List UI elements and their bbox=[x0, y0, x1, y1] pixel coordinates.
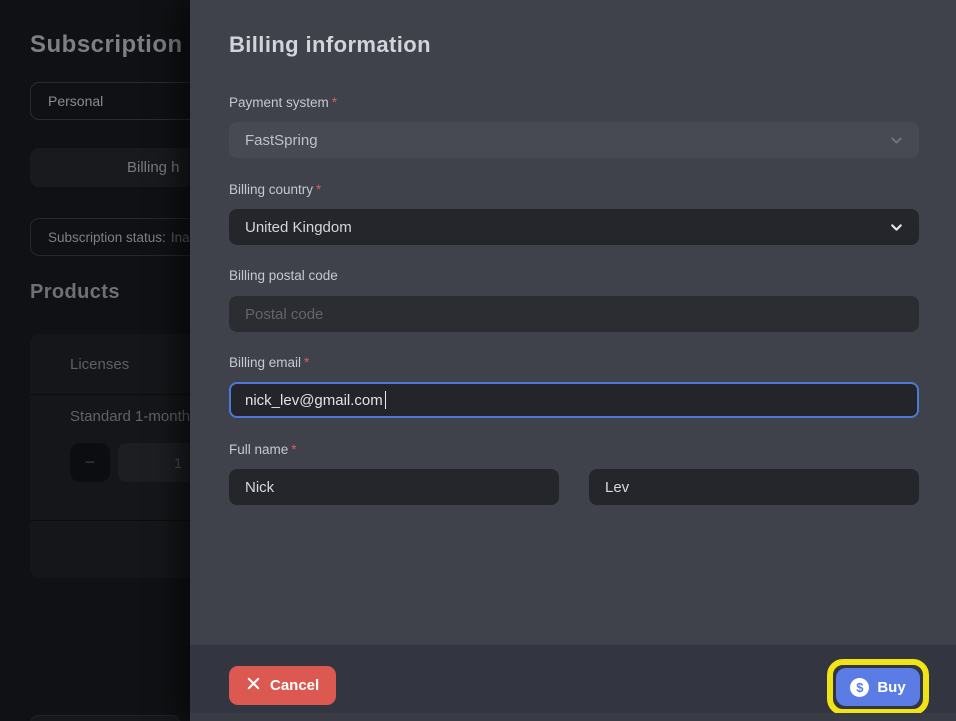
payment-system-value: FastSpring bbox=[245, 132, 318, 149]
cancel-button-label: Cancel bbox=[270, 677, 319, 694]
billing-postal-label: Billing postal code bbox=[229, 268, 338, 283]
quantity-value: 1 bbox=[174, 455, 182, 471]
first-name-input[interactable]: Nick bbox=[229, 469, 559, 505]
billing-postal-input[interactable]: Postal code bbox=[229, 296, 919, 332]
required-marker: * bbox=[304, 355, 309, 370]
billing-email-label: Billing email* bbox=[229, 355, 309, 370]
app-window: Subscription Personal Billing h Subscrip… bbox=[0, 0, 956, 721]
account-type-label: Personal bbox=[48, 93, 103, 109]
required-marker: * bbox=[332, 95, 337, 110]
last-name-value: Lev bbox=[605, 479, 629, 496]
billing-email-input[interactable]: nick_lev@gmail.com bbox=[229, 382, 919, 418]
close-icon bbox=[246, 676, 261, 695]
products-title: Products bbox=[30, 281, 120, 304]
cancel-button[interactable]: Cancel bbox=[229, 666, 336, 705]
required-marker: * bbox=[291, 442, 296, 457]
billing-email-value: nick_lev@gmail.com bbox=[245, 392, 383, 409]
billing-country-label-text: Billing country bbox=[229, 182, 313, 197]
billing-email-label-text: Billing email bbox=[229, 355, 301, 370]
buy-button-label: Buy bbox=[877, 679, 905, 696]
payment-system-select[interactable]: FastSpring bbox=[229, 122, 919, 158]
billing-country-select[interactable]: United Kingdom bbox=[229, 209, 919, 245]
billing-postal-label-text: Billing postal code bbox=[229, 268, 338, 283]
product-name: Standard 1-month bbox=[70, 408, 190, 425]
quantity-decrease-button[interactable]: − bbox=[70, 443, 110, 482]
payment-system-label-text: Payment system bbox=[229, 95, 329, 110]
required-marker: * bbox=[316, 182, 321, 197]
modal-title: Billing information bbox=[229, 32, 431, 58]
last-name-input[interactable]: Lev bbox=[589, 469, 919, 505]
full-name-label-text: Full name bbox=[229, 442, 288, 457]
dollar-glyph: $ bbox=[856, 680, 863, 695]
first-name-value: Nick bbox=[245, 479, 274, 496]
modal-footer: Cancel $ Buy bbox=[190, 645, 956, 713]
billing-postal-placeholder: Postal code bbox=[245, 306, 323, 323]
highlight-ring: $ Buy bbox=[827, 659, 929, 715]
chevron-down-icon bbox=[888, 132, 905, 153]
buy-button[interactable]: $ Buy bbox=[836, 668, 920, 706]
page-below-modal bbox=[190, 713, 956, 721]
page-title: Subscription bbox=[30, 31, 183, 59]
billing-modal: Billing information Payment system* Fast… bbox=[190, 0, 956, 721]
billing-modal-body: Billing information Payment system* Fast… bbox=[190, 0, 956, 645]
bottom-card-edge bbox=[30, 715, 180, 721]
minus-icon: − bbox=[85, 452, 96, 473]
chevron-down-icon bbox=[888, 219, 905, 240]
licenses-label: Licenses bbox=[70, 356, 129, 373]
billing-history-label: Billing h bbox=[127, 159, 180, 176]
dollar-icon: $ bbox=[850, 678, 869, 697]
billing-country-label: Billing country* bbox=[229, 182, 321, 197]
billing-country-value: United Kingdom bbox=[245, 219, 352, 236]
subscription-status-value: Ina bbox=[171, 230, 190, 245]
payment-system-label: Payment system* bbox=[229, 95, 337, 110]
full-name-label: Full name* bbox=[229, 442, 297, 457]
subscription-status-label: Subscription status: bbox=[48, 230, 166, 245]
text-cursor bbox=[385, 391, 387, 409]
